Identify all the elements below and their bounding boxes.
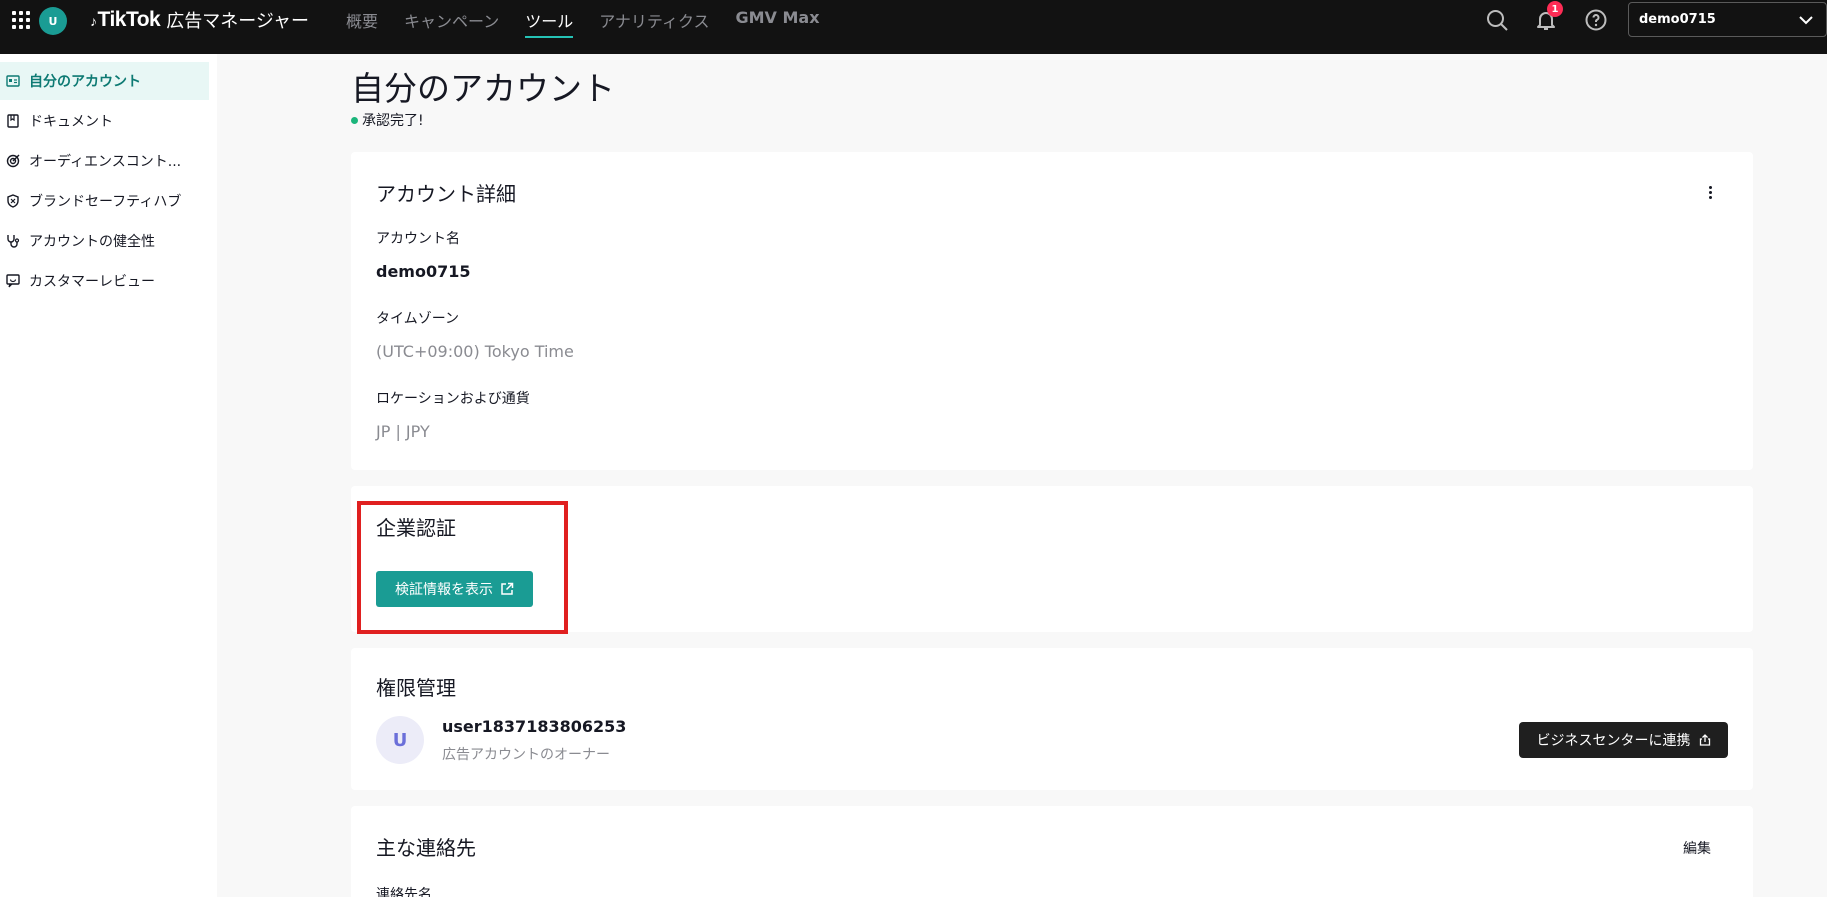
account-name-value: demo0715 — [376, 262, 471, 281]
chevron-down-icon — [1799, 16, 1813, 25]
share-icon — [1699, 734, 1710, 746]
timezone-value: (UTC+09:00) Tokyo Time — [376, 342, 574, 361]
approval-status: 承認完了! — [351, 110, 424, 130]
search-icon[interactable] — [1485, 8, 1509, 32]
permissions-title: 権限管理 — [376, 676, 456, 700]
account-selector-value: demo0715 — [1639, 12, 1716, 27]
notification-badge: 1 — [1547, 1, 1563, 17]
review-icon — [6, 274, 20, 288]
account-details-card: アカウント詳細 アカウント名 demo0715 タイムゾーン (UTC+09:0… — [351, 152, 1753, 470]
sidebar-item-label: ブランドセーフティハブ — [29, 194, 182, 210]
user-avatar-top[interactable]: U — [39, 7, 67, 35]
app-grid-icon[interactable] — [12, 11, 30, 29]
location-value: JP | JPY — [376, 422, 430, 441]
account-name-label: アカウント名 — [376, 231, 460, 247]
sidebar-item-label: ドキュメント — [29, 114, 113, 130]
help-icon[interactable] — [1584, 8, 1608, 32]
avatar: U — [376, 716, 424, 764]
owner-role: 広告アカウントのオーナー — [442, 747, 610, 763]
account-details-title: アカウント詳細 — [376, 182, 516, 206]
link-business-center-label: ビジネスセンターに連携 — [1536, 733, 1691, 749]
nav-tools[interactable]: ツール — [525, 8, 574, 38]
view-verification-button[interactable]: 検証情報を表示 — [376, 571, 533, 607]
tiktok-logo: ♪TikTok — [90, 8, 161, 31]
tiktok-note-icon: ♪ — [90, 13, 97, 29]
brand[interactable]: ♪TikTok 広告マネージャー — [90, 6, 309, 34]
sidebar-item-label: オーディエンスコント... — [29, 154, 182, 170]
product-name: 広告マネージャー — [166, 11, 309, 32]
more-options-icon[interactable] — [1709, 186, 1713, 199]
stethoscope-icon — [6, 234, 20, 248]
contact-name-label: 連絡先名 — [376, 887, 432, 897]
primary-contact-card: 主な連絡先 編集 連絡先名 — [351, 806, 1753, 897]
page-title: 自分のアカウント — [351, 69, 615, 108]
permissions-card: 権限管理 U user1837183806253 広告アカウントのオーナー ビジ… — [351, 648, 1753, 790]
view-verification-label: 検証情報を表示 — [395, 582, 493, 598]
nav-analytics[interactable]: アナリティクス — [599, 8, 709, 38]
edit-contact-link[interactable]: 編集 — [1683, 838, 1711, 858]
location-label: ロケーションおよび通貨 — [376, 391, 530, 407]
status-text: 承認完了! — [362, 113, 424, 129]
external-link-icon — [501, 582, 514, 595]
account-selector[interactable]: demo0715 — [1628, 2, 1827, 37]
sidebar-item-label: アカウントの健全性 — [29, 234, 155, 250]
target-icon — [6, 154, 20, 168]
business-verification-card: 企業認証 検証情報を表示 — [351, 486, 1753, 632]
sidebar-item-audience-control[interactable]: オーディエンスコント... — [0, 142, 209, 180]
sidebar-item-brand-safety[interactable]: ブランドセーフティハブ — [0, 182, 209, 220]
sidebar-item-documents[interactable]: ドキュメント — [0, 102, 209, 140]
sidebar-item-customer-review[interactable]: カスタマーレビュー — [0, 262, 209, 300]
primary-contact-title: 主な連絡先 — [376, 836, 476, 860]
status-dot-icon — [351, 116, 358, 124]
nav-overview[interactable]: 概要 — [346, 8, 378, 38]
owner-user-name: user1837183806253 — [442, 717, 627, 736]
nav-campaign[interactable]: キャンペーン — [404, 8, 499, 38]
link-business-center-button[interactable]: ビジネスセンターに連携 — [1519, 722, 1728, 758]
sidebar-item-label: 自分のアカウント — [29, 74, 141, 90]
timezone-label: タイムゾーン — [376, 311, 460, 327]
main-content: 自分のアカウント 承認完了! アカウント詳細 アカウント名 demo0715 タ… — [217, 54, 1827, 897]
sidebar: 自分のアカウント ドキュメント オーディエンスコント... ブランドセーフティハ… — [0, 54, 217, 924]
sidebar-item-label: カスタマーレビュー — [29, 274, 155, 290]
top-bar: U ♪TikTok 広告マネージャー 概要 キャンペーン ツール アナリティクス… — [0, 0, 1827, 54]
nav-gmv-max[interactable]: GMV Max — [735, 8, 819, 38]
id-card-icon — [6, 74, 20, 88]
shield-icon — [6, 194, 20, 208]
business-verification-title: 企業認証 — [376, 516, 456, 540]
document-icon — [6, 114, 20, 128]
sidebar-item-account-health[interactable]: アカウントの健全性 — [0, 222, 209, 260]
main-nav: 概要 キャンペーン ツール アナリティクス GMV Max — [346, 8, 820, 38]
sidebar-item-my-account[interactable]: 自分のアカウント — [0, 62, 209, 100]
